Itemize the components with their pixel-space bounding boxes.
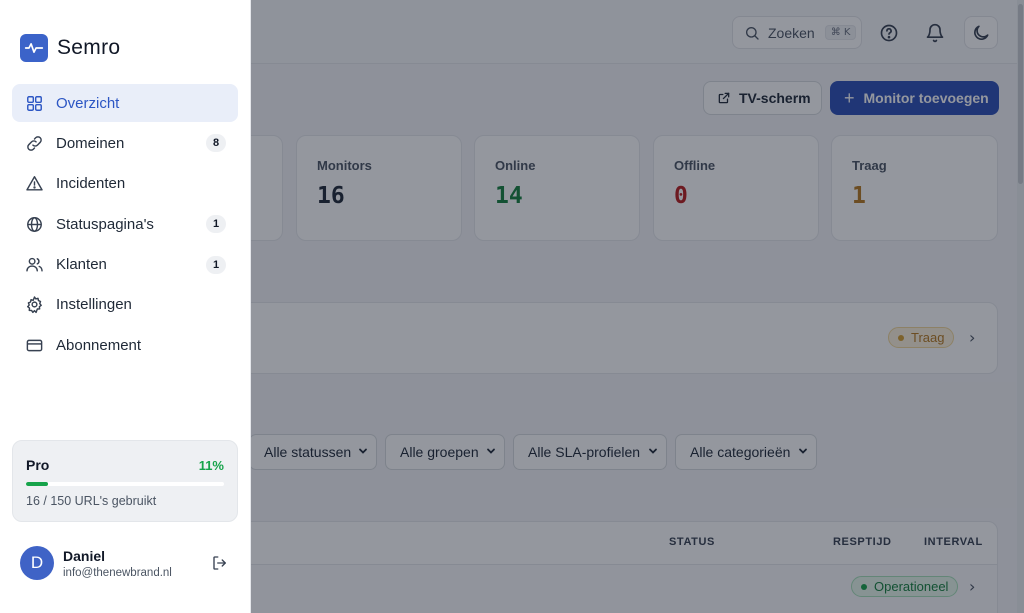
brand-name: Semro [57,36,121,59]
plan-name: Pro [26,457,50,473]
sidebar-item-domeinen[interactable]: Domeinen 8 [12,124,238,162]
sidebar-item-label: Statuspagina's [56,215,154,233]
sidebar-item-label: Incidenten [56,175,126,193]
globe-icon [24,214,44,234]
users-icon [24,255,44,275]
plan-usage-card[interactable]: Pro 11% 16 / 150 URL's gebruikt [12,440,238,522]
sidebar-item-label: Klanten [56,256,107,274]
sidebar-item-instellingen[interactable]: Instellingen [12,286,238,324]
sidebar-item-label: Abonnement [56,336,142,354]
sidebar-nav: Overzicht Domeinen 8 Incidenten Statuspa… [12,84,238,367]
credit-card-icon [24,335,44,355]
sidebar-item-klanten[interactable]: Klanten 1 [12,246,238,284]
user-name: Daniel [63,547,106,564]
count-badge: 1 [206,255,226,274]
avatar: D [20,546,54,580]
sidebar-item-label: Overzicht [56,94,120,112]
sidebar-item-label: Instellingen [56,296,132,314]
sidebar-item-overzicht[interactable]: Overzicht [12,84,238,122]
sidebar-item-incidenten[interactable]: Incidenten [12,165,238,203]
sidebar: Semro Overzicht Domeinen 8 Incidenten St… [0,0,251,613]
grid-icon [24,93,44,113]
logout-icon [213,556,226,570]
plan-usage-text: 16 / 150 URL's gebruikt [26,494,157,508]
pulse-icon [20,34,48,62]
brand-logo[interactable]: Semro [20,34,120,62]
warning-icon [24,174,44,194]
sidebar-item-label: Domeinen [56,134,125,152]
sidebar-item-statuspaginas[interactable]: Statuspagina's 1 [12,205,238,243]
gear-icon [24,295,44,315]
user-email: info@thenewbrand.nl [63,566,172,579]
count-badge: 8 [206,134,226,153]
plan-usage-percent: 11% [198,457,224,473]
count-badge: 1 [206,215,226,234]
logout-button[interactable] [208,551,232,575]
plan-usage-progress [26,482,224,486]
user-profile[interactable]: D Daniel info@thenewbrand.nl [20,543,232,583]
sidebar-item-abonnement[interactable]: Abonnement [12,326,238,364]
plan-usage-progress-fill [26,482,48,486]
link-icon [24,133,44,153]
